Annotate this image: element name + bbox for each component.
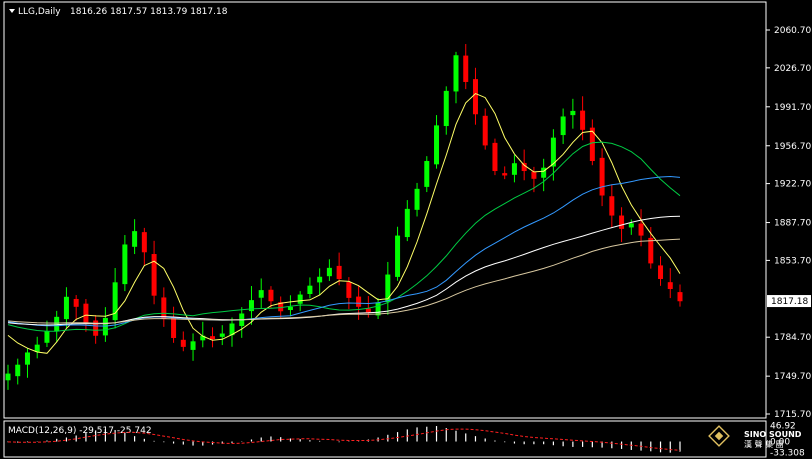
candle: [560, 108, 566, 144]
candle: [34, 336, 40, 359]
candle: [667, 268, 673, 299]
candle: [307, 277, 313, 299]
price-tick-label: 1887.70: [774, 219, 811, 229]
candle: [395, 226, 401, 281]
candle: [326, 259, 332, 281]
price-tick-label: 2026.70: [774, 64, 811, 74]
price-tick-label: 1991.70: [774, 103, 811, 113]
price-plot-area[interactable]: [5, 44, 683, 390]
candle: [63, 287, 69, 328]
candle: [482, 108, 488, 150]
ma-slow-line: [7, 215, 681, 326]
candle: [258, 278, 264, 309]
candle: [375, 298, 381, 320]
candle: [210, 327, 216, 348]
price-tick-label: 1853.70: [774, 256, 811, 266]
candle: [609, 184, 615, 228]
candle: [141, 227, 147, 266]
candle: [24, 348, 30, 378]
candle: [229, 317, 235, 347]
candle: [171, 306, 177, 343]
candle: [219, 325, 225, 346]
candle: [317, 268, 323, 296]
candle: [122, 235, 128, 292]
price-tick-label: 1715.70: [774, 410, 811, 420]
candle: [73, 295, 79, 321]
candle: [599, 148, 605, 207]
candle: [385, 261, 391, 315]
chart-window[interactable]: LLG,Daily 1816.26 1817.57 1813.79 1817.1…: [0, 0, 812, 459]
candle: [54, 310, 60, 343]
candle: [112, 268, 118, 329]
brand-subtitle: 漢 聲 集 團: [744, 439, 784, 449]
price-axis: 2060.70 2026.70 1991.70 1956.70 1922.70 1887.…: [766, 26, 811, 420]
price-tick-label: 1922.70: [774, 180, 811, 190]
price-tick-label: 1784.70: [774, 333, 811, 343]
symbol-title: LLG,Daily: [18, 7, 61, 17]
candle: [502, 166, 508, 180]
candle: [434, 115, 440, 169]
candle: [93, 315, 99, 344]
candle: [414, 182, 420, 217]
candle: [511, 154, 517, 183]
candle: [180, 331, 186, 352]
candle: [472, 67, 478, 125]
candle: [541, 158, 547, 192]
price-panel-frame: [3, 1, 767, 419]
candle: [463, 44, 469, 90]
candle: [404, 200, 410, 242]
symbol-dropdown-icon[interactable]: [9, 9, 15, 13]
candle: [239, 307, 245, 338]
svg-text:1817.18: 1817.18: [771, 297, 808, 307]
candle: [102, 307, 108, 342]
ohlc-readout: 1816.26 1817.57 1813.79 1817.18: [70, 7, 228, 17]
brand-name: SINO SOUND: [744, 430, 802, 439]
candle: [443, 86, 449, 135]
macd-tick-label: -33.308: [770, 449, 805, 459]
price-tick-label: 2060.70: [774, 26, 811, 36]
candle: [570, 98, 576, 129]
candle: [161, 287, 167, 327]
price-tick-label: 1749.70: [774, 372, 811, 382]
candle: [492, 138, 498, 176]
current-price-marker: 1817.18: [767, 295, 811, 308]
price-tick-label: 1956.70: [774, 142, 811, 152]
candle: [677, 284, 683, 307]
candle: [190, 333, 196, 361]
ma-long-line: [7, 175, 681, 327]
diamond-logo-icon: [708, 425, 730, 447]
candle: [5, 364, 11, 390]
candle: [658, 256, 664, 286]
candle: [15, 358, 21, 385]
candle: [132, 219, 138, 255]
candle: [151, 240, 157, 305]
candle: [424, 156, 430, 193]
candle: [453, 51, 459, 104]
macd-label: MACD(12,26,9) -29.517 -25.742: [8, 426, 152, 436]
moving-averages: [7, 93, 681, 354]
